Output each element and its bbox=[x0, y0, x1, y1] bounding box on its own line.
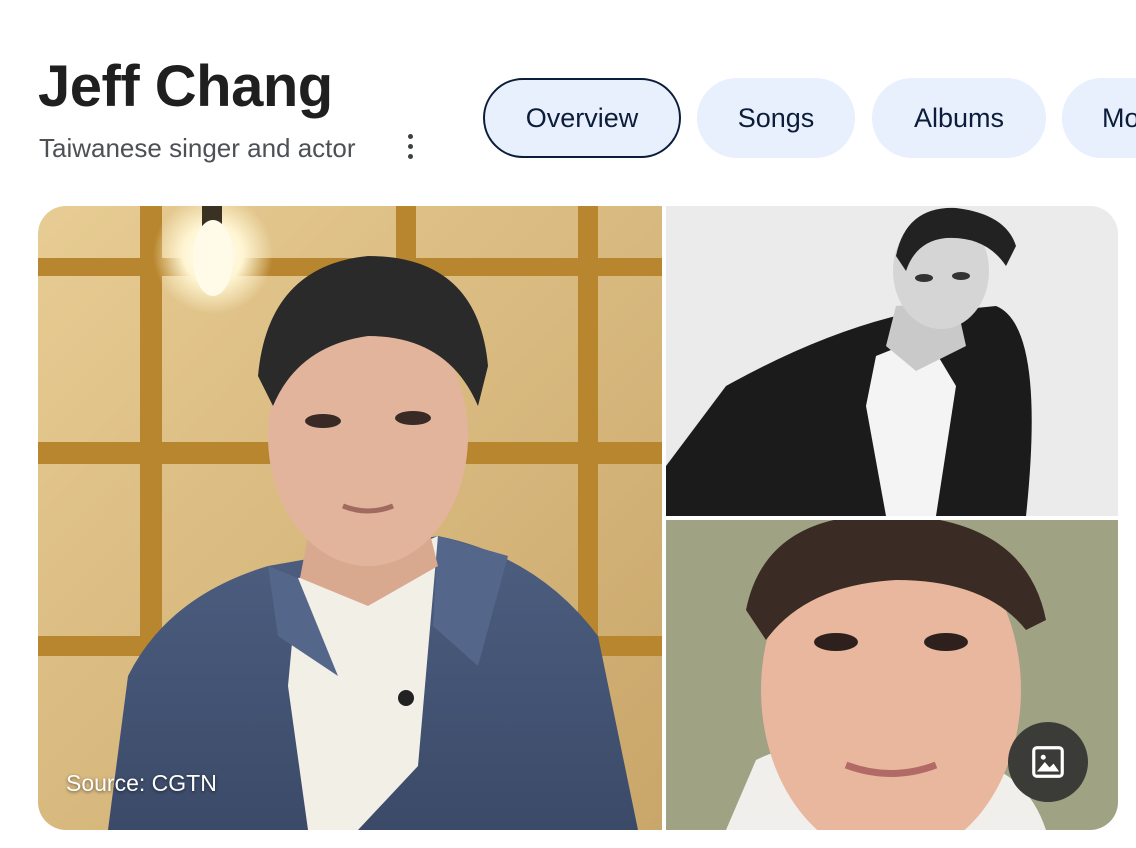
main-photo-image bbox=[38, 206, 662, 830]
tab-overview[interactable]: Overview bbox=[483, 78, 681, 158]
more-options-button[interactable] bbox=[396, 128, 424, 164]
image-icon bbox=[1032, 746, 1064, 778]
tab-bar: Overview Songs Albums Mo bbox=[483, 78, 1136, 158]
tab-songs[interactable]: Songs bbox=[697, 78, 855, 158]
main-photo[interactable]: Source: CGTN bbox=[38, 206, 662, 830]
view-images-button[interactable] bbox=[1008, 722, 1088, 802]
photo-top-right-image bbox=[666, 206, 1118, 516]
page-title: Jeff Chang bbox=[38, 54, 333, 119]
tab-albums[interactable]: Albums bbox=[872, 78, 1046, 158]
entity-subtitle: Taiwanese singer and actor bbox=[39, 133, 356, 163]
image-source-label: Source: CGTN bbox=[66, 770, 217, 796]
knowledge-panel: Jeff Chang Taiwanese singer and actor Ov… bbox=[0, 0, 1136, 848]
image-grid: Source: CGTN bbox=[38, 206, 1118, 830]
more-vert-icon bbox=[407, 133, 413, 139]
tab-more[interactable]: Mo bbox=[1062, 78, 1136, 158]
photo-top-right[interactable] bbox=[666, 206, 1118, 516]
